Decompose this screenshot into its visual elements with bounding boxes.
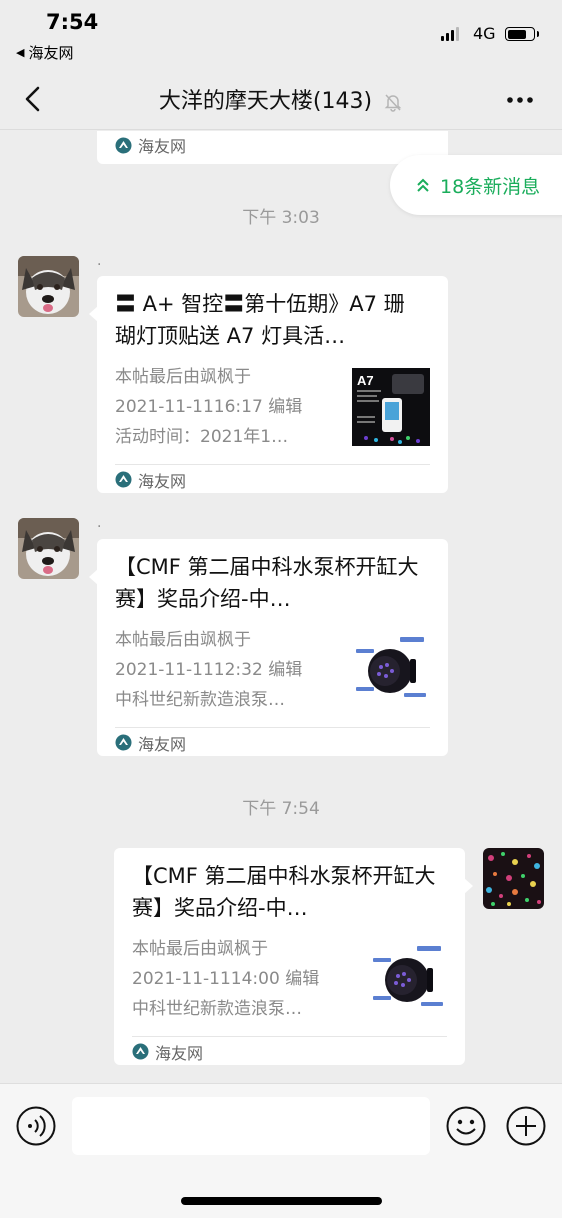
dog-avatar-image [18, 518, 79, 579]
card-source-label: 海友网 [138, 137, 187, 156]
status-time: 7:54 [46, 10, 99, 34]
haiyou-logo-icon [115, 734, 132, 751]
more-dots-icon[interactable] [506, 96, 534, 104]
bubble-tail [89, 306, 98, 322]
coral-avatar-image [483, 848, 544, 909]
card-source: 海友网 [115, 464, 430, 494]
home-indicator[interactable] [181, 1197, 382, 1205]
link-card[interactable]: 【CMF 第二届中科水泵杯开缸大赛】奖品介绍-中… 本帖最后由飒枫于 2021-… [89, 539, 448, 757]
card-source-label: 海友网 [138, 734, 187, 754]
message-list[interactable]: 海友网 18条新消息 下午 3:03 . 〓 A+ 智控〓第十伍期》A7 珊 瑚… [0, 131, 562, 1083]
card-description: 本帖最后由飒枫于 2021-11-1114:00 编辑 中科世纪新款造浪泵… [132, 939, 320, 1019]
avatar[interactable] [18, 256, 79, 317]
network-type: 4G [473, 24, 496, 43]
timestamp: 下午 7:54 [242, 799, 320, 819]
avatar[interactable] [18, 518, 79, 579]
wave-pump-thumbnail [369, 940, 447, 1018]
card-title: 【CMF 第二届中科水泵杯开缸大赛】奖品介绍-中… [115, 555, 419, 611]
card-body: 本帖最后由飒枫于 2021-11-1116:17 编辑 活动时间：2021年1…… [115, 362, 430, 452]
timestamp: 下午 3:03 [242, 208, 320, 228]
back-triangle-icon: ◀ [16, 46, 25, 59]
card-body: 本帖最后由飒枫于 2021-11-1114:00 编辑 中科世纪新款造浪泵… [132, 934, 447, 1024]
link-card[interactable]: 【CMF 第二届中科水泵杯开缸大赛】奖品介绍-中… 本帖最后由飒枫于 2021-… [114, 848, 473, 1066]
card-description: 本帖最后由飒枫于 2021-11-1116:17 编辑 活动时间：2021年1… [115, 367, 303, 447]
new-messages-label: 18条新消息 [440, 175, 541, 198]
sender-name: . [97, 515, 102, 531]
card-source-label: 海友网 [138, 471, 187, 491]
plus-icon[interactable] [506, 1106, 546, 1146]
battery-icon [505, 27, 539, 41]
double-chevron-up-icon [417, 178, 429, 192]
card-body: 本帖最后由飒枫于 2021-11-1112:32 编辑 中科世纪新款造浪泵… [115, 625, 430, 715]
bell-slash-icon [384, 94, 402, 112]
card-source: 海友网 [115, 131, 430, 160]
haiyou-logo-icon [115, 137, 132, 153]
chat-title-wrap: 大洋的摩天大楼(143) [0, 83, 562, 115]
bubble-tail [464, 878, 473, 894]
dog-avatar-image [18, 256, 79, 317]
self-avatar[interactable] [483, 848, 544, 909]
card-title: 【CMF 第二届中科水泵杯开缸大赛】奖品介绍-中… [132, 864, 436, 920]
message-input[interactable] [72, 1097, 430, 1155]
link-card[interactable]: 〓 A+ 智控〓第十伍期》A7 珊 瑚灯顶贴送 A7 灯具活… 本帖最后由飒枫于… [89, 276, 448, 494]
status-bar: 7:54 ◀ 海友网 4G [0, 0, 562, 68]
haiyou-logo-icon [132, 1043, 149, 1060]
chat-title: 大洋的摩天大楼(143) [158, 89, 373, 114]
voice-icon[interactable] [16, 1106, 56, 1146]
card-source: 海友网 [132, 1036, 447, 1066]
card-title: 〓 A+ 智控〓第十伍期》A7 珊 瑚灯顶贴送 A7 灯具活… [115, 292, 405, 348]
chat-nav-bar: 大洋的摩天大楼(143) [0, 68, 562, 130]
wave-pump-thumbnail [352, 631, 430, 709]
a7-light-thumbnail: A7 [352, 368, 430, 446]
sender-name: . [97, 253, 102, 269]
card-description: 本帖最后由飒枫于 2021-11-1112:32 编辑 中科世纪新款造浪泵… [115, 630, 303, 710]
back-to-app-link[interactable]: ◀ 海友网 [16, 42, 73, 63]
emoji-icon[interactable] [446, 1106, 486, 1146]
bubble-tail [89, 569, 98, 585]
cellular-signal-icon [441, 27, 459, 41]
link-card-partial[interactable]: 海友网 [97, 131, 448, 164]
back-app-label: 海友网 [28, 44, 74, 62]
haiyou-logo-icon [115, 471, 132, 488]
card-source: 海友网 [115, 727, 430, 757]
thumb-label: A7 [357, 373, 374, 388]
card-source-label: 海友网 [155, 1043, 204, 1063]
